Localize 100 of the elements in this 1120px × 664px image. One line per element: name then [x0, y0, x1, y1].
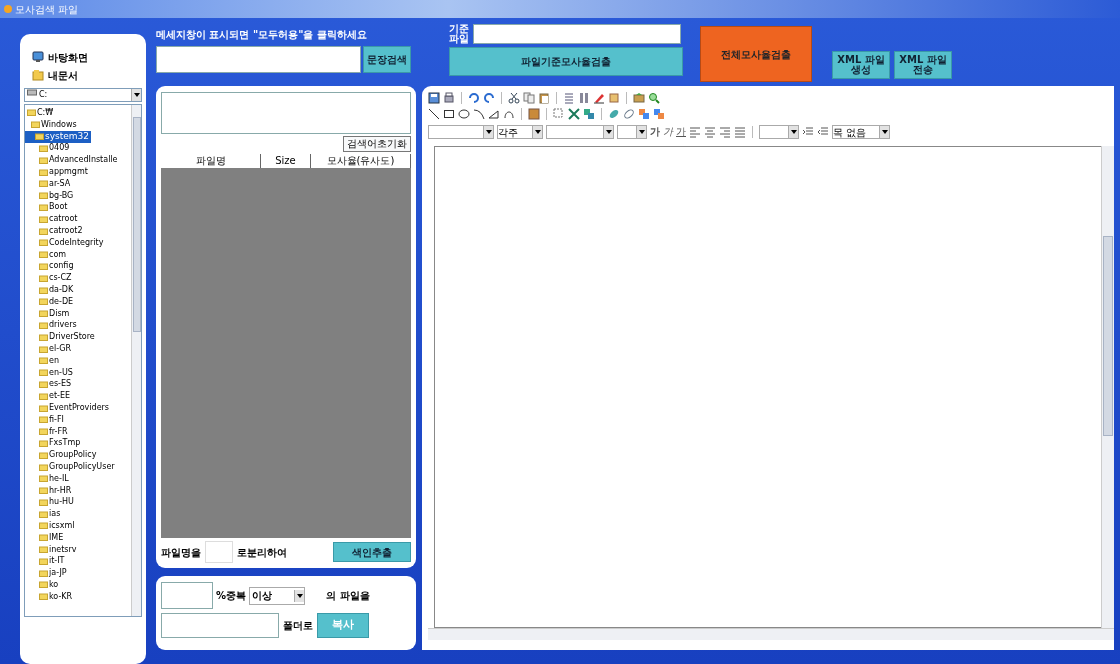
tree-item[interactable]: it-IT	[25, 555, 131, 568]
tree-item[interactable]: catroot	[25, 213, 131, 226]
tree-item[interactable]: en-US	[25, 366, 131, 379]
scrollbar[interactable]	[1101, 146, 1114, 628]
paste-icon[interactable]	[538, 92, 550, 104]
save-icon[interactable]	[428, 92, 440, 104]
tree-item[interactable]: system32	[25, 130, 91, 143]
align-center-icon[interactable]	[704, 126, 716, 138]
split-field[interactable]	[205, 541, 233, 563]
tree-item[interactable]: bg-BG	[25, 189, 131, 202]
line-icon[interactable]	[428, 108, 440, 120]
ellipse-icon[interactable]	[458, 108, 470, 120]
tree-item[interactable]: de-DE	[25, 295, 131, 308]
index-extract-button[interactable]: 색인추출	[333, 542, 411, 562]
indent-icon[interactable]	[802, 126, 814, 138]
tree-item[interactable]: icsxml	[25, 520, 131, 532]
tree-item[interactable]: ja-JP	[25, 567, 131, 580]
reset-search-button[interactable]: 검색어초기화	[343, 136, 411, 152]
tree-item[interactable]: fi-FI	[25, 413, 131, 426]
triangle-icon[interactable]	[488, 108, 500, 120]
tree-item[interactable]: en	[25, 354, 131, 367]
arc-icon[interactable]	[473, 108, 485, 120]
tree-item[interactable]: inetsrv	[25, 543, 131, 556]
tree-item[interactable]: da-DK	[25, 284, 131, 296]
query-field[interactable]	[161, 92, 411, 134]
squares-icon[interactable]	[638, 108, 650, 120]
box-icon[interactable]	[528, 108, 540, 120]
cut-icon[interactable]	[508, 92, 520, 104]
file-detect-button[interactable]: 파일기준모사율검출	[449, 47, 683, 76]
tree-item[interactable]: cs-CZ	[25, 272, 131, 285]
tree-item[interactable]: GroupPolicyUser	[25, 461, 131, 473]
bold-button[interactable]: 가	[650, 127, 660, 137]
sentence-search-button[interactable]: 문장검색	[363, 46, 411, 73]
tree-item[interactable]: config	[25, 260, 131, 273]
tree-item[interactable]: Boot	[25, 201, 131, 214]
shortcut-item[interactable]: 내문서	[24, 66, 142, 84]
percent-field[interactable]	[161, 582, 213, 609]
tree-item[interactable]: 0409	[25, 142, 131, 155]
base-file-field[interactable]	[473, 24, 681, 44]
all-detect-button[interactable]: 전체모사율검출	[700, 26, 812, 82]
rectangle-icon[interactable]	[443, 108, 455, 120]
tree-item[interactable]: el-GR	[25, 343, 131, 355]
cross-icon[interactable]	[568, 108, 580, 120]
box-icon[interactable]	[608, 92, 620, 104]
tree-item[interactable]: Windows	[25, 118, 131, 131]
tree-item[interactable]: he-IL	[25, 472, 131, 485]
align-left-icon[interactable]	[689, 126, 701, 138]
scrollbar[interactable]	[131, 105, 141, 616]
align-right-icon[interactable]	[719, 126, 731, 138]
squares-icon[interactable]	[583, 108, 595, 120]
tree-item[interactable]: AdvancedInstalle	[25, 154, 131, 167]
xml-send-button[interactable]: XML 파일 전송	[894, 51, 952, 79]
tree-item[interactable]: DriverStore	[25, 331, 131, 344]
squares-icon[interactable]	[653, 108, 665, 120]
search-icon[interactable]	[648, 92, 660, 104]
tree-item[interactable]: appmgmt	[25, 166, 131, 178]
comparison-select[interactable]: 이상	[249, 586, 306, 605]
tree-item[interactable]: C:₩	[25, 107, 131, 119]
tree-item[interactable]: fr-FR	[25, 425, 131, 438]
search-field[interactable]	[156, 46, 362, 73]
scrollbar[interactable]	[428, 628, 1114, 640]
drive-select[interactable]: C:	[24, 88, 142, 102]
columns-icon[interactable]	[578, 92, 590, 104]
tree-item[interactable]: ias	[25, 508, 131, 521]
image-icon[interactable]	[633, 92, 645, 104]
tree-item[interactable]: hu-HU	[25, 496, 131, 509]
tree-item[interactable]: drivers	[25, 319, 131, 332]
tree-item[interactable]: catroot2	[25, 225, 131, 237]
color-select[interactable]	[759, 125, 799, 139]
outdent-icon[interactable]	[817, 126, 829, 138]
tree-item[interactable]: Dism	[25, 307, 131, 320]
underline-button[interactable]: 가	[676, 127, 686, 137]
tree-item[interactable]: es-ES	[25, 378, 131, 391]
undo-icon[interactable]	[468, 92, 480, 104]
tree-item[interactable]: ko-KR	[25, 590, 131, 603]
justify-icon[interactable]	[734, 126, 746, 138]
tree-item[interactable]: FxsTmp	[25, 437, 131, 450]
tree-item[interactable]: EventProviders	[25, 402, 131, 414]
curve-icon[interactable]	[503, 108, 515, 120]
print-icon[interactable]	[443, 92, 455, 104]
tree-item[interactable]: com	[25, 248, 131, 261]
font-select[interactable]	[428, 125, 494, 139]
tree-item[interactable]: et-EE	[25, 390, 131, 403]
tree-item[interactable]: hr-HR	[25, 484, 131, 497]
style-select[interactable]: 각주	[497, 125, 543, 139]
redo-icon[interactable]	[483, 92, 495, 104]
pencil-icon[interactable]	[593, 92, 605, 104]
xml-create-button[interactable]: XML 파일 생성	[832, 51, 890, 79]
tree-item[interactable]: IME	[25, 531, 131, 544]
size-select[interactable]	[617, 125, 647, 139]
tree-item[interactable]: ar-SA	[25, 178, 131, 190]
tree-item[interactable]: ko	[25, 579, 131, 591]
tree-item[interactable]: CodeIntegrity	[25, 236, 131, 249]
paragraph-select[interactable]: 목 없음	[832, 125, 890, 139]
list-icon[interactable]	[563, 92, 575, 104]
folder-label: 폴더로	[283, 619, 313, 633]
shortcut-item[interactable]: 바탕화면	[24, 48, 142, 66]
italic-button[interactable]: 가	[663, 127, 673, 137]
folder-field[interactable]	[161, 613, 279, 638]
tree-item[interactable]: GroupPolicy	[25, 449, 131, 462]
